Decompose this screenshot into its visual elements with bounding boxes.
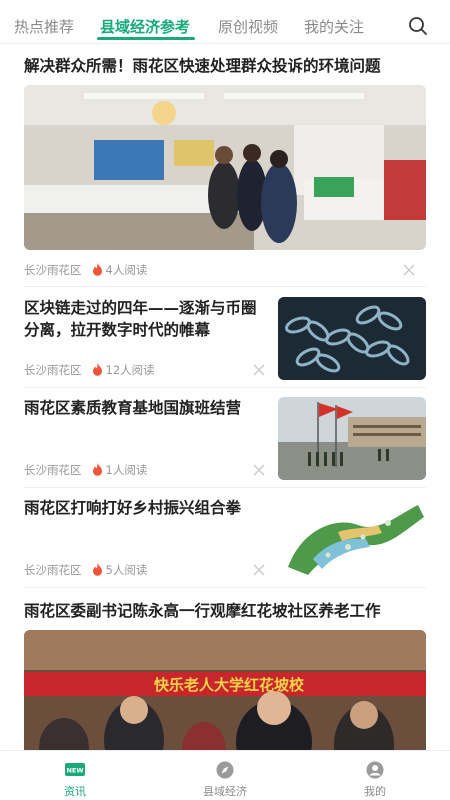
news-icon: NEW <box>65 763 85 776</box>
nav-news-label: 资讯 <box>64 785 86 798</box>
article-read-count: 4人阅读 <box>105 263 148 277</box>
article-title[interactable]: 区块链走过的四年——逐渐与币圈分离，拉开数字时代的帷幕 <box>24 297 264 341</box>
nav-mine-label: 我的 <box>364 785 386 798</box>
nav-news[interactable]: NEW 资讯 <box>0 751 150 800</box>
fire-icon <box>92 463 102 476</box>
search-icon[interactable] <box>408 16 428 36</box>
article-read-count: 5人阅读 <box>105 563 148 577</box>
news-feed[interactable]: 解决群众所需！雨花区快速处理群众投诉的环境问题 长沙雨花区 4人阅读 区块链走过… <box>0 45 450 750</box>
divider <box>24 487 426 488</box>
bottom-nav: NEW 资讯 县域经济 我的 <box>0 750 450 800</box>
article-source: 长沙雨花区 <box>24 563 82 577</box>
article-meta: 长沙雨花区 5人阅读 <box>24 562 147 578</box>
tab-county-economy[interactable]: 县域经济参考 <box>100 16 190 37</box>
active-tab-indicator <box>97 37 195 40</box>
tab-hot-recommend[interactable]: 热点推荐 <box>14 16 74 37</box>
article-title[interactable]: 雨花区委副书记陈永高一行观摩红花坡社区养老工作 <box>24 600 429 622</box>
nav-county-economy-label: 县域经济 <box>203 785 247 798</box>
article-source: 长沙雨花区 <box>24 463 82 477</box>
blockchain-chain-photo[interactable] <box>278 297 426 380</box>
top-tab-bar: 热点推荐 县域经济参考 原创视频 我的关注 <box>0 0 450 44</box>
article-read-count: 12人阅读 <box>105 363 155 377</box>
divider <box>24 587 426 588</box>
fire-icon <box>92 363 102 376</box>
close-icon[interactable] <box>403 264 415 276</box>
nav-mine[interactable]: 我的 <box>300 751 450 800</box>
article-meta: 长沙雨花区 12人阅读 <box>24 362 155 378</box>
article-meta: 长沙雨花区 1人阅读 <box>24 462 147 478</box>
article-read-count: 1人阅读 <box>105 463 148 477</box>
article-meta: 长沙雨花区 4人阅读 <box>24 262 147 278</box>
article-source: 长沙雨花区 <box>24 263 82 277</box>
community-visit-photo[interactable]: 快乐老人大学红花坡校 <box>24 630 426 750</box>
fire-icon <box>92 263 102 276</box>
article-title[interactable]: 雨花区打响打好乡村振兴组合拳 <box>24 497 264 519</box>
flag-ceremony-photo[interactable] <box>278 397 426 480</box>
kitchen-photo[interactable] <box>24 85 426 250</box>
close-icon[interactable] <box>253 564 265 576</box>
new-badge: NEW <box>66 767 83 775</box>
fire-icon <box>92 563 102 576</box>
close-icon[interactable] <box>253 464 265 476</box>
article-title[interactable]: 雨花区素质教育基地国旗班结营 <box>24 397 264 419</box>
tab-original-video[interactable]: 原创视频 <box>218 16 278 37</box>
compass-icon <box>216 761 234 779</box>
divider <box>24 286 426 287</box>
article-source: 长沙雨花区 <box>24 363 82 377</box>
divider <box>24 387 426 388</box>
banner-text: 快乐老人大学红花坡校 <box>154 676 305 694</box>
user-icon <box>366 761 384 779</box>
tab-my-follow[interactable]: 我的关注 <box>304 16 364 37</box>
close-icon[interactable] <box>253 364 265 376</box>
rural-aerial-photo[interactable] <box>278 497 426 580</box>
nav-county-economy[interactable]: 县域经济 <box>150 751 300 800</box>
article-title[interactable]: 解决群众所需！雨花区快速处理群众投诉的环境问题 <box>24 55 429 77</box>
